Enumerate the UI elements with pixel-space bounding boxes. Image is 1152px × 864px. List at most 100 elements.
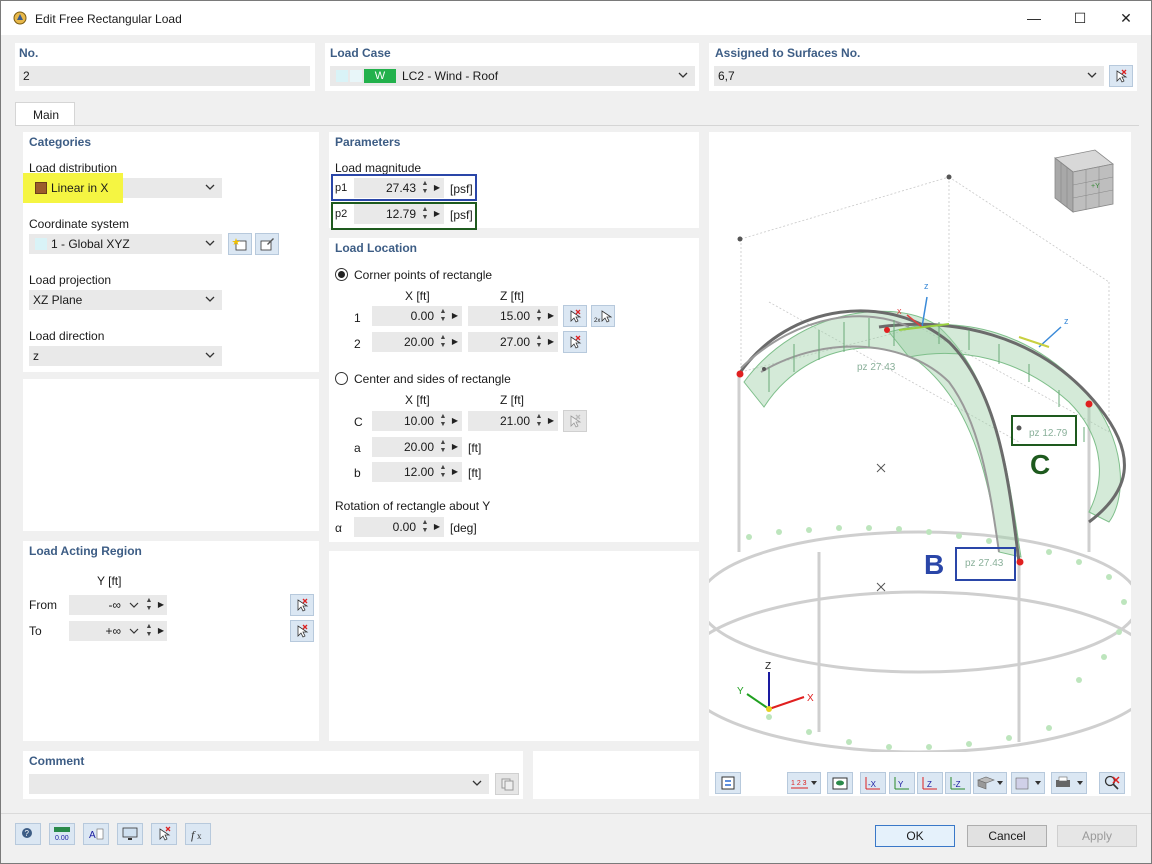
from-arrow-icon[interactable]: ▶ [157,597,165,613]
corner-1-z-spinner[interactable]: ▲ ▼ [534,308,544,324]
side-a-spinner[interactable]: ▲ ▼ [438,439,448,455]
to-arrow-icon[interactable]: ▶ [157,623,165,639]
formula-button[interactable]: fx [185,823,211,845]
side-a-arrow-icon[interactable]: ▶ [451,439,459,455]
corner-points-label: Corner points of rectangle [354,268,493,282]
p1-spinner[interactable]: ▲ ▼ [420,180,430,196]
pick-center-button[interactable] [563,410,587,432]
corner-2-x-spinner[interactable]: ▲ ▼ [438,334,448,350]
comment-field[interactable] [29,774,489,794]
view-sync-button[interactable] [715,772,741,794]
view-minus-z-button[interactable]: -Z [945,772,971,794]
corner-1-x-arrow-icon[interactable]: ▶ [451,308,459,324]
p2-field[interactable]: 12.79 ▲ ▼ ▶ [354,204,444,224]
reset-view-button[interactable] [1099,772,1125,794]
pick-to-button[interactable] [290,620,314,642]
view-cube-icon[interactable]: +Y [1047,146,1119,216]
render-mode-button[interactable] [1011,772,1045,794]
corner-1-x-spinner[interactable]: ▲ ▼ [438,308,448,324]
from-spinner[interactable]: ▲ ▼ [144,597,154,613]
side-b-field[interactable]: 12.00 ▲ ▼ ▶ [372,462,462,482]
help-button[interactable]: ? [15,823,41,845]
p1-field[interactable]: 27.43 ▲ ▼ ▶ [354,178,444,198]
corner-points-radio[interactable] [335,268,348,281]
p2-spinner[interactable]: ▲ ▼ [420,206,430,222]
units-button[interactable]: 0.00 [49,823,75,845]
close-button[interactable]: ✕ [1103,1,1149,35]
center-x-arrow-icon[interactable]: ▶ [451,413,459,429]
title-bar: Edit Free Rectangular Load — ☐ ✕ [1,1,1151,35]
select-objects-button[interactable] [151,823,177,845]
to-field[interactable]: +∞ ▲ ▼ ▶ [69,621,167,641]
side-a-field[interactable]: 20.00 ▲ ▼ ▶ [372,437,462,457]
p1-unit: [psf] [450,182,473,196]
from-field[interactable]: -∞ ▲ ▼ ▶ [69,595,167,615]
cube-axis-label: +Y [1091,183,1100,190]
pick-from-button[interactable] [290,594,314,616]
pick-surfaces-button[interactable] [1109,65,1133,87]
model-3d-view[interactable]: z z x pz 27.43 pz 27.43 pz 12.79 B C Z X… [709,132,1131,752]
text-info-button[interactable]: A [83,823,109,845]
corner-2-z-spinner[interactable]: ▲ ▼ [534,334,544,350]
new-coordinate-system-button[interactable] [228,233,252,255]
pick-corner-1-button[interactable] [563,305,587,327]
corner-2-z-arrow-icon[interactable]: ▶ [547,334,555,350]
view-z-button[interactable]: Z [917,772,943,794]
chevron-down-icon [205,296,215,302]
center-sides-radio[interactable] [335,372,348,385]
number-field[interactable]: 2 [19,66,310,86]
side-b-arrow-icon[interactable]: ▶ [451,464,459,480]
corner-2-z-field[interactable]: 27.00 ▲ ▼ ▶ [468,332,558,352]
print-button[interactable] [1051,772,1087,794]
pick-corner-2-button[interactable] [563,331,587,353]
surfaces-label: Assigned to Surfaces No. [715,46,861,60]
corner-1-z-arrow-icon[interactable]: ▶ [547,308,555,324]
side-b-spinner[interactable]: ▲ ▼ [438,464,448,480]
corner-2-x-arrow-icon[interactable]: ▶ [451,334,459,350]
apply-button[interactable]: Apply [1057,825,1137,847]
to-spinner[interactable]: ▲ ▼ [144,623,154,639]
minimize-button[interactable]: — [1011,1,1057,35]
edit-coordinate-system-button[interactable] [255,233,279,255]
load-distribution-select[interactable]: Linear in X [23,173,222,203]
alpha-spinner[interactable]: ▲ ▼ [420,519,430,535]
p2-arrow-icon[interactable]: ▶ [433,206,441,222]
surfaces-select[interactable]: 6,7 [714,66,1104,86]
center-z-spinner[interactable]: ▲ ▼ [534,413,544,429]
alpha-value: 0.00 [392,520,416,534]
center-z-field[interactable]: 21.00 ▲ ▼ ▶ [468,411,558,431]
display-results-button[interactable] [827,772,853,794]
view-model-button[interactable] [117,823,143,845]
alpha-arrow-icon[interactable]: ▶ [433,519,441,535]
pick-cursor-icon [297,598,309,612]
view-iso-button[interactable] [973,772,1007,794]
iso-view-icon [977,776,1003,790]
axis-z-label: Z [765,661,771,672]
corner-2-x-field[interactable]: 20.00 ▲ ▼ ▶ [372,332,462,352]
center-x-spinner[interactable]: ▲ ▼ [438,413,448,429]
load-case-select[interactable]: W LC2 - Wind - Roof [330,66,695,86]
coordinate-system-select[interactable]: 1 - Global XYZ [29,234,222,254]
tab-main[interactable]: Main [15,102,75,126]
cancel-button[interactable]: Cancel [967,825,1047,847]
acting-region-header: Load Acting Region [29,544,142,558]
alpha-unit: [deg] [450,521,477,535]
ok-button[interactable]: OK [875,825,955,847]
comment-library-button[interactable] [495,773,519,795]
p1-arrow-icon[interactable]: ▶ [433,180,441,196]
graphics-view[interactable]: z z x pz 27.43 pz 27.43 pz 12.79 B C Z X… [709,132,1131,796]
maximize-button[interactable]: ☐ [1057,1,1103,35]
corner-1-z-field[interactable]: 15.00 ▲ ▼ ▶ [468,306,558,326]
view-x-button[interactable]: -X [860,772,886,794]
alpha-field[interactable]: 0.00 ▲ ▼ ▶ [354,517,444,537]
pick-two-points-button[interactable]: 2x [591,305,615,327]
load-projection-select[interactable]: XZ Plane [29,290,222,310]
corner-1-x-field[interactable]: 0.00 ▲ ▼ ▶ [372,306,462,326]
view-y-button[interactable]: Y [889,772,915,794]
center-z-arrow-icon[interactable]: ▶ [547,413,555,429]
center-x-field[interactable]: 10.00 ▲ ▼ ▶ [372,411,462,431]
numbering-button[interactable]: 1 2 3 [787,772,821,794]
dialog-window: Edit Free Rectangular Load — ☐ ✕ No. 2 L… [0,0,1152,864]
local-z-label-1: z [924,281,929,291]
load-direction-select[interactable]: z [29,346,222,366]
